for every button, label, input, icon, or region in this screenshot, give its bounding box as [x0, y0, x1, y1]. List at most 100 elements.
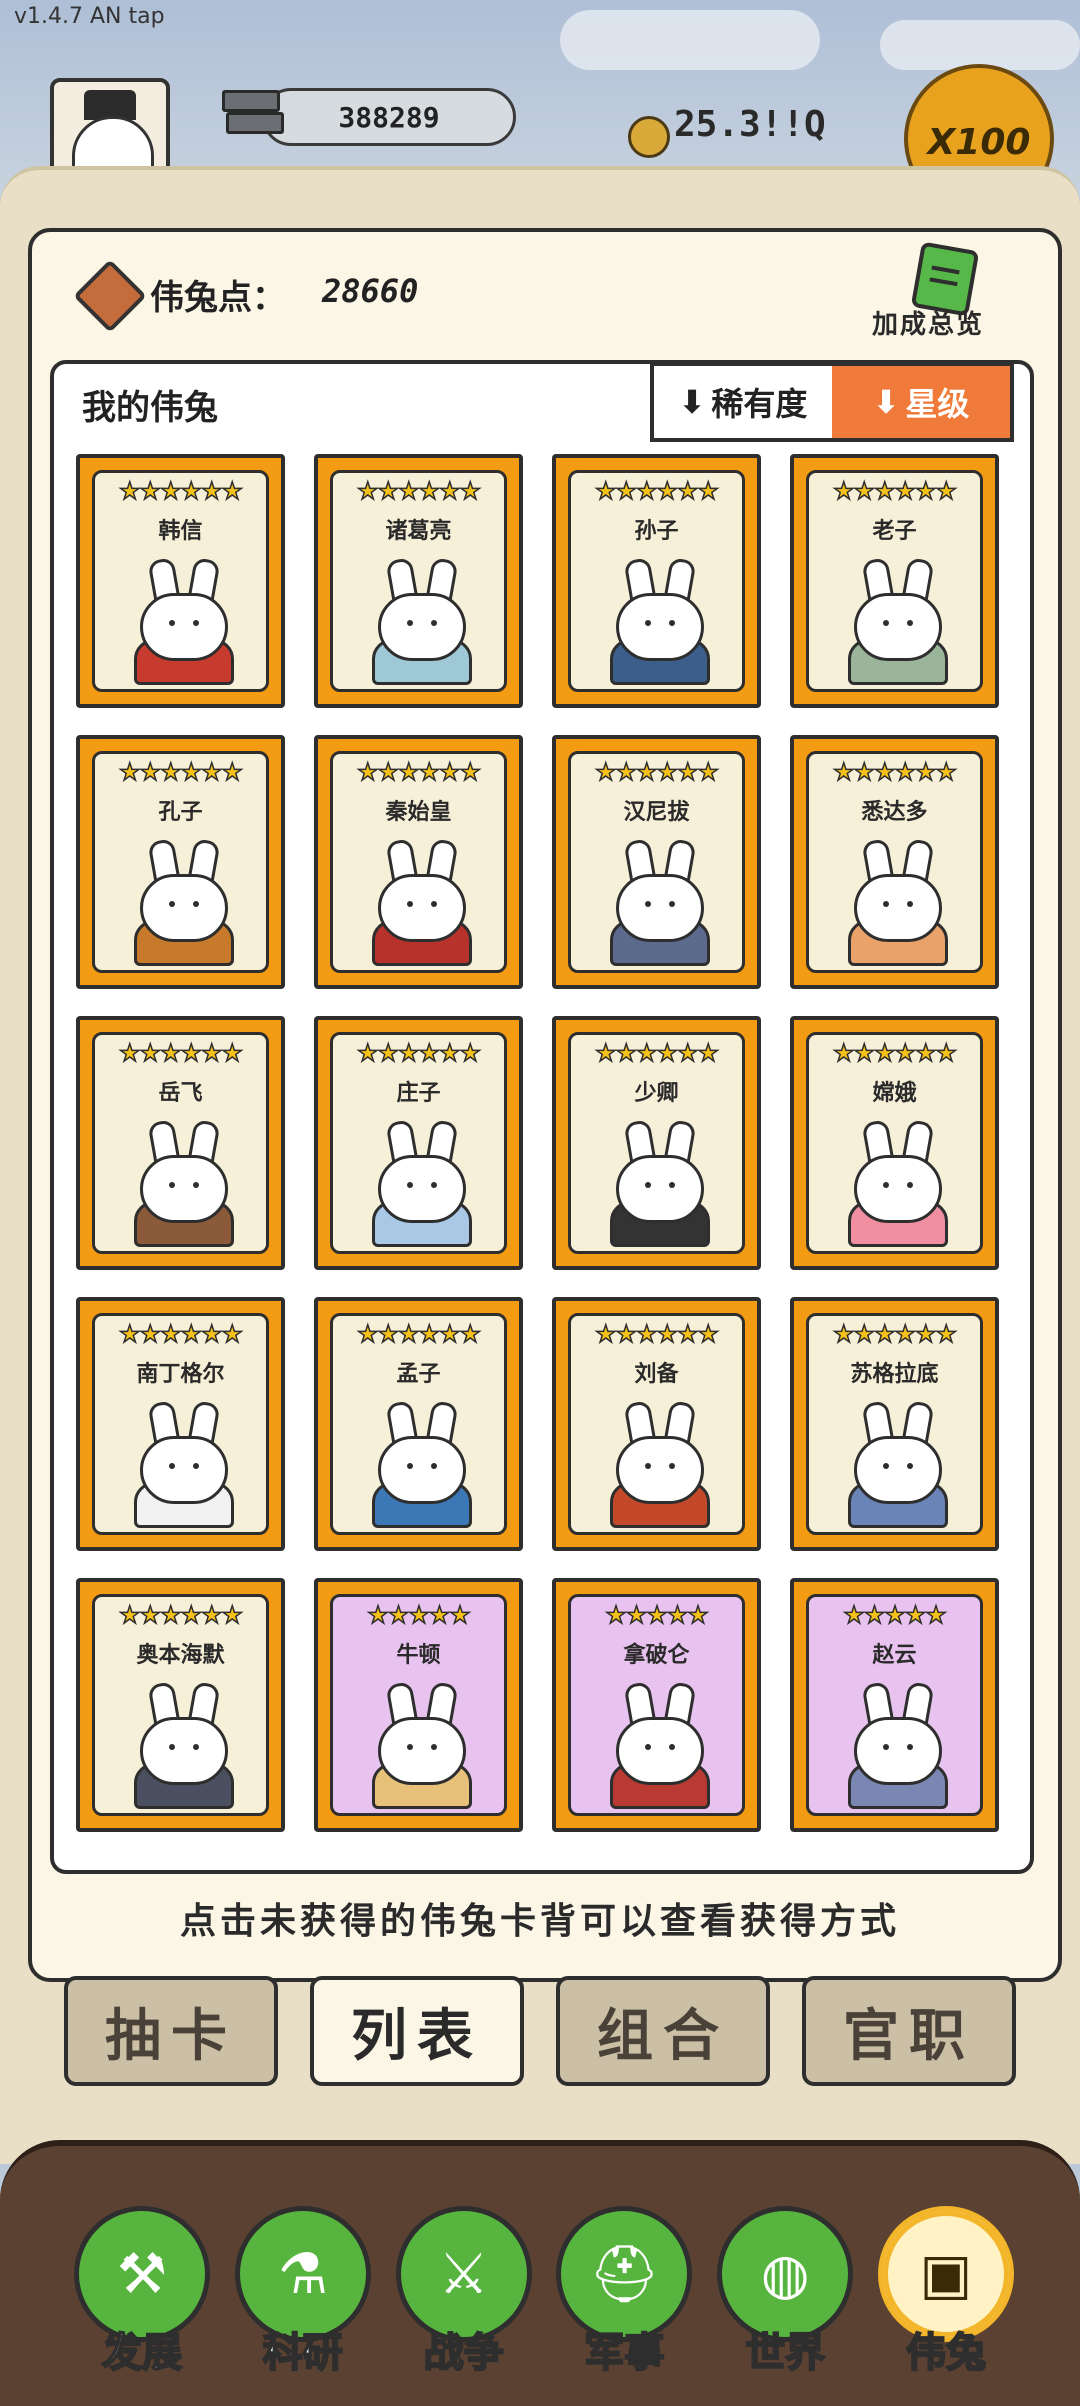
- tab-bar: 抽卡 列表 组合 官职: [64, 1976, 1016, 2086]
- hero-card[interactable]: ★★★★★★ 刘备: [552, 1297, 761, 1551]
- hero-card[interactable]: ★★★★★★ 嫦娥: [790, 1016, 999, 1270]
- card-face: ★★★★★★ 岳飞: [92, 1032, 269, 1254]
- hero-card[interactable]: ★★★★★★ 苏格拉底: [790, 1297, 999, 1551]
- hero-name: 赵云: [872, 1643, 917, 1668]
- hero-card[interactable]: ★★★★★★ 韩信: [76, 454, 285, 708]
- card-face: ★★★★★★ 诸葛亮: [330, 470, 507, 692]
- gold-coin-icon: [628, 116, 670, 158]
- rabbit-portrait-icon: [364, 557, 474, 685]
- star-rating: ★★★★★: [842, 1600, 947, 1630]
- card-face: ★★★★★★ 孟子: [330, 1313, 507, 1535]
- bonus-overview-button[interactable]: 加成总览: [868, 241, 1018, 346]
- rabbit-portrait-icon: [364, 838, 474, 966]
- card-face: ★★★★★ 赵云: [806, 1594, 983, 1816]
- nav-item-4[interactable]: ◍ 世界: [717, 2206, 854, 2386]
- card-face: ★★★★★★ 庄子: [330, 1032, 507, 1254]
- hero-card[interactable]: ★★★★★★ 汉尼拔: [552, 735, 761, 989]
- hint-text: 点击未获得的伟兔卡背可以查看获得方式: [179, 1901, 900, 1942]
- card-face: ★★★★★★ 悉达多: [806, 751, 983, 973]
- arrow-down-icon: ⬇: [872, 383, 900, 421]
- card-face: ★★★★★★ 汉尼拔: [568, 751, 745, 973]
- nav-label: 军事: [583, 2329, 665, 2377]
- star-rating: ★★★★★★: [356, 757, 482, 787]
- star-rating: ★★★★★: [366, 1600, 471, 1630]
- nav-item-0[interactable]: ⚒ 发展: [74, 2206, 210, 2386]
- star-rating: ★★★★★★: [356, 476, 482, 506]
- cloud: [560, 10, 820, 70]
- hero-name: 韩信: [158, 519, 203, 544]
- nav-item-2[interactable]: ⚔ 战争: [395, 2206, 532, 2386]
- hero-card[interactable]: ★★★★★ 拿破仑: [552, 1578, 761, 1832]
- card-face: ★★★★★★ 孙子: [568, 470, 745, 692]
- tab-office[interactable]: 官职: [802, 1976, 1016, 2086]
- hero-name: 诸葛亮: [385, 519, 452, 544]
- rabbit-portrait-icon: [364, 1681, 474, 1809]
- rabbit-portrait-icon: [126, 557, 236, 685]
- rabbit-portrait-icon: [364, 1119, 474, 1247]
- sort-star-button[interactable]: ⬇ 星级: [832, 366, 1010, 438]
- card-face: ★★★★★★ 秦始皇: [330, 751, 507, 973]
- tab-draw[interactable]: 抽卡: [64, 1976, 278, 2086]
- hero-name: 悉达多: [861, 800, 928, 825]
- hero-name: 庄子: [396, 1081, 441, 1106]
- hero-card[interactable]: ★★★★★★ 孙子: [552, 454, 761, 708]
- rabbit-portrait-icon: [840, 1681, 950, 1809]
- hero-card[interactable]: ★★★★★★ 少卿: [552, 1016, 761, 1270]
- card-face: ★★★★★★ 嫦娥: [806, 1032, 983, 1254]
- sort-rarity-label: 稀有度: [711, 385, 808, 423]
- hero-card[interactable]: ★★★★★★ 南丁格尔: [76, 1297, 285, 1551]
- hero-card[interactable]: ★★★★★★ 孟子: [314, 1297, 523, 1551]
- card-face: ★★★★★★ 孔子: [92, 751, 269, 973]
- hero-card[interactable]: ★★★★★★ 孔子: [76, 735, 285, 989]
- nav-item-3[interactable]: ⛑ 军事: [556, 2206, 693, 2386]
- star-rating: ★★★★★★: [118, 476, 244, 506]
- my-rabbits-title: 我的伟兔: [82, 388, 218, 428]
- card-face: ★★★★★★ 苏格拉底: [806, 1313, 983, 1535]
- rabbit-portrait-icon: [602, 557, 712, 685]
- hero-card[interactable]: ★★★★★ 赵云: [790, 1578, 999, 1832]
- hero-card[interactable]: ★★★★★★ 岳飞: [76, 1016, 285, 1270]
- sort-star-label: 星级: [905, 385, 970, 423]
- hero-name: 孙子: [634, 519, 679, 544]
- hero-card[interactable]: ★★★★★★ 秦始皇: [314, 735, 523, 989]
- hero-name: 牛顿: [396, 1643, 441, 1668]
- hero-card[interactable]: ★★★★★★ 奥本海默: [76, 1578, 285, 1832]
- star-rating: ★★★★★★: [832, 1319, 958, 1349]
- gold-counter: 25.3!!Q: [674, 104, 826, 145]
- star-rating: ★★★★★★: [594, 476, 720, 506]
- rabbit-portrait-icon: [364, 1400, 474, 1528]
- hero-card[interactable]: ★★★★★★ 诸葛亮: [314, 454, 523, 708]
- card-face: ★★★★★ 牛顿: [330, 1594, 507, 1816]
- star-rating: ★★★★★★: [356, 1038, 482, 1068]
- hero-name: 孟子: [396, 1362, 441, 1387]
- tab-combo[interactable]: 组合: [556, 1976, 770, 2086]
- rabbit-portrait-icon: [840, 1119, 950, 1247]
- hero-name: 汉尼拔: [623, 800, 690, 825]
- nav-item-5[interactable]: ▣ 伟兔: [877, 2206, 1014, 2386]
- star-rating: ★★★★★★: [118, 1038, 244, 1068]
- hero-name: 岳飞: [158, 1081, 203, 1106]
- card-face: ★★★★★★ 韩信: [92, 470, 269, 692]
- hero-card[interactable]: ★★★★★★ 悉达多: [790, 735, 999, 989]
- hero-name: 秦始皇: [385, 800, 452, 825]
- bottom-nav: ⚒ 发展 ⚗ 科研 ⚔ 战争 ⛑ 军事 ◍ 世界 ▣ 伟兔: [74, 2206, 1014, 2386]
- silver-bars-icon: [222, 90, 284, 138]
- hero-name: 奥本海默: [136, 1643, 225, 1668]
- hero-name: 老子: [872, 519, 917, 544]
- card-face: ★★★★★★ 奥本海默: [92, 1594, 269, 1816]
- arrow-down-icon: ⬇: [678, 383, 706, 421]
- card-face: ★★★★★ 拿破仑: [568, 1594, 745, 1816]
- points-label: 伟兔点：: [150, 278, 286, 318]
- rabbit-portrait-icon: [840, 1400, 950, 1528]
- hero-card[interactable]: ★★★★★★ 老子: [790, 454, 999, 708]
- tab-list[interactable]: 列表: [310, 1976, 524, 2086]
- cloud: [880, 20, 1080, 70]
- hero-card[interactable]: ★★★★★ 牛顿: [314, 1578, 523, 1832]
- rabbit-portrait-icon: [602, 838, 712, 966]
- sort-rarity-button[interactable]: ⬇ 稀有度: [654, 366, 832, 438]
- points-value: 28660: [322, 272, 419, 310]
- hero-card[interactable]: ★★★★★★ 庄子: [314, 1016, 523, 1270]
- nav-item-1[interactable]: ⚗ 科研: [234, 2206, 371, 2386]
- card-face: ★★★★★★ 老子: [806, 470, 983, 692]
- card-face: ★★★★★★ 少卿: [568, 1032, 745, 1254]
